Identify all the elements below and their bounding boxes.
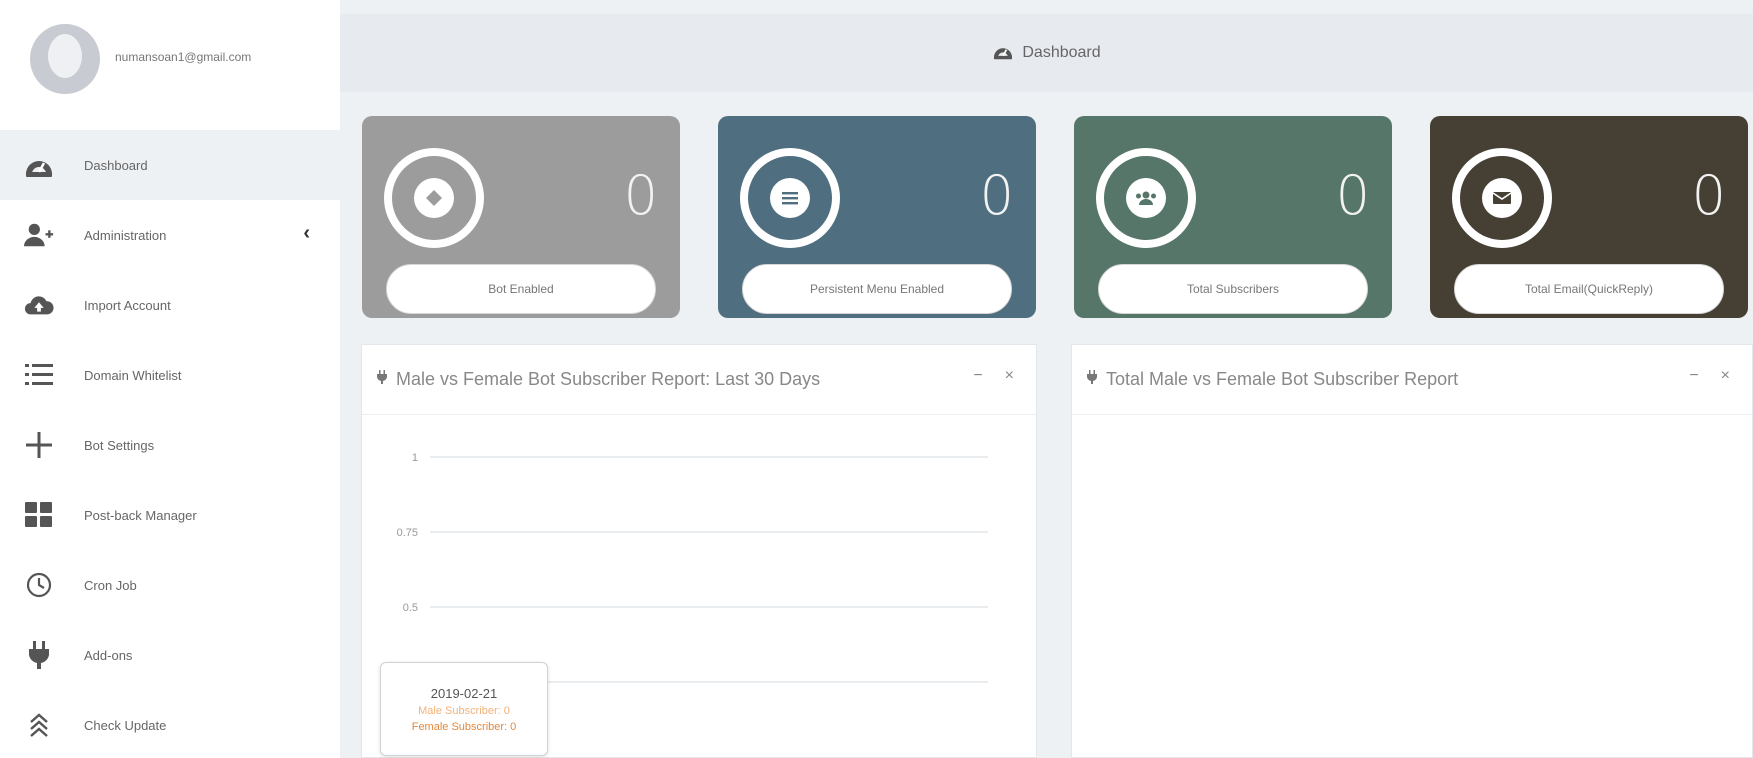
stat-count: 0 <box>623 164 658 227</box>
stat-card-bot-enabled[interactable]: 0 Bot Enabled <box>362 116 680 318</box>
stat-label: Total Email(QuickReply) <box>1454 264 1724 314</box>
dashboard-icon <box>992 42 1014 65</box>
stat-label: Total Subscribers <box>1098 264 1368 314</box>
sidebar-item-dashboard[interactable]: Dashboard <box>0 130 340 200</box>
update-icon <box>24 710 54 740</box>
menu-icon <box>740 148 840 248</box>
panel-title: Male vs Female Bot Subscriber Report: La… <box>396 369 821 389</box>
plug-icon <box>1086 368 1098 391</box>
sidebar-item-label: Add-ons <box>84 647 133 663</box>
sidebar-item-label: Dashboard <box>84 157 148 173</box>
sidebar-item-bot-settings[interactable]: Bot Settings <box>0 410 340 480</box>
sidebar-item-label: Check Update <box>84 717 167 733</box>
stat-card-total-subscribers[interactable]: 0 Total Subscribers <box>1074 116 1392 318</box>
sidebar-item-cron-job[interactable]: Cron Job <box>0 550 340 620</box>
page-title: Dashboard <box>1022 44 1101 61</box>
close-button[interactable]: × <box>1721 367 1730 385</box>
stat-card-persistent-menu[interactable]: 0 Persistent Menu Enabled <box>718 116 1036 318</box>
sidebar-item-label: Cron Job <box>84 577 137 593</box>
y-tick-label: 1 <box>412 452 418 464</box>
sidebar-item-label: Post-back Manager <box>84 507 197 523</box>
tooltip-male: Male Subscriber: 0 <box>418 704 510 717</box>
page-title-wrap: Dashboard <box>992 42 1101 65</box>
chevron-left-icon[interactable]: ‹ <box>303 222 310 245</box>
line-chart: 10.750.50.25 2019-02-21 Male Subscriber:… <box>362 416 1036 758</box>
user-profile: numansoan1@gmail.com <box>0 0 340 120</box>
chart-tooltip: 2019-02-21 Male Subscriber: 0 Female Sub… <box>380 662 548 756</box>
stat-card-total-email[interactable]: 0 Total Email(QuickReply) <box>1430 116 1748 318</box>
close-button[interactable]: × <box>1005 367 1014 385</box>
envelope-icon <box>1452 148 1552 248</box>
list-icon <box>24 360 54 390</box>
sidebar-item-label: Bot Settings <box>84 437 155 453</box>
sidebar-item-add-ons[interactable]: Add-ons <box>0 620 340 690</box>
sidebar-item-check-update[interactable]: Check Update <box>0 690 340 758</box>
plug-icon <box>24 640 54 670</box>
profile-email: numansoan1@gmail.com <box>115 50 252 64</box>
stat-label: Persistent Menu Enabled <box>742 264 1012 314</box>
users-icon <box>1096 148 1196 248</box>
y-tick-label: 0.5 <box>403 602 418 614</box>
minimize-button[interactable]: − <box>973 367 982 385</box>
sidebar-item-import-account[interactable]: Import Account <box>0 270 340 340</box>
panel-subscriber-report-30-days: Male vs Female Bot Subscriber Report: La… <box>361 344 1037 758</box>
sidebar: numansoan1@gmail.com Dashboard Administr… <box>0 0 340 758</box>
sidebar-item-label: Domain Whitelist <box>84 367 182 383</box>
sidebar-item-domain-whitelist[interactable]: Domain Whitelist <box>0 340 340 410</box>
sidebar-item-label: Administration <box>84 227 167 243</box>
grid-icon <box>24 500 54 530</box>
sidebar-item-administration[interactable]: Administration ‹ <box>0 200 340 270</box>
bot-icon <box>384 148 484 248</box>
stat-count: 0 <box>1335 164 1370 227</box>
stat-label: Bot Enabled <box>386 264 656 314</box>
panel-header: Total Male vs Female Bot Subscriber Repo… <box>1072 345 1752 415</box>
page-header: Dashboard <box>340 14 1753 92</box>
panel-header: Male vs Female Bot Subscriber Report: La… <box>362 345 1036 415</box>
clock-icon <box>24 570 54 600</box>
panel-title: Total Male vs Female Bot Subscriber Repo… <box>1106 369 1459 389</box>
stat-count: 0 <box>1691 164 1726 227</box>
sidebar-item-label: Import Account <box>84 297 171 313</box>
cloud-upload-icon <box>24 290 54 320</box>
y-tick-label: 0.75 <box>397 527 418 539</box>
add-user-icon <box>24 220 54 250</box>
sidebar-nav: Dashboard Administration ‹ Import Accoun… <box>0 130 340 758</box>
sidebar-item-post-back-manager[interactable]: Post-back Manager <box>0 480 340 550</box>
tooltip-female: Female Subscriber: 0 <box>411 720 517 733</box>
panel-total-subscriber-report: Total Male vs Female Bot Subscriber Repo… <box>1071 344 1753 758</box>
stat-count: 0 <box>979 164 1014 227</box>
avatar[interactable] <box>30 24 100 94</box>
dashboard-icon <box>24 150 54 180</box>
minimize-button[interactable]: − <box>1689 367 1698 385</box>
tooltip-date: 2019-02-21 <box>430 685 498 701</box>
plus-icon <box>24 430 54 460</box>
plug-icon <box>376 368 388 391</box>
